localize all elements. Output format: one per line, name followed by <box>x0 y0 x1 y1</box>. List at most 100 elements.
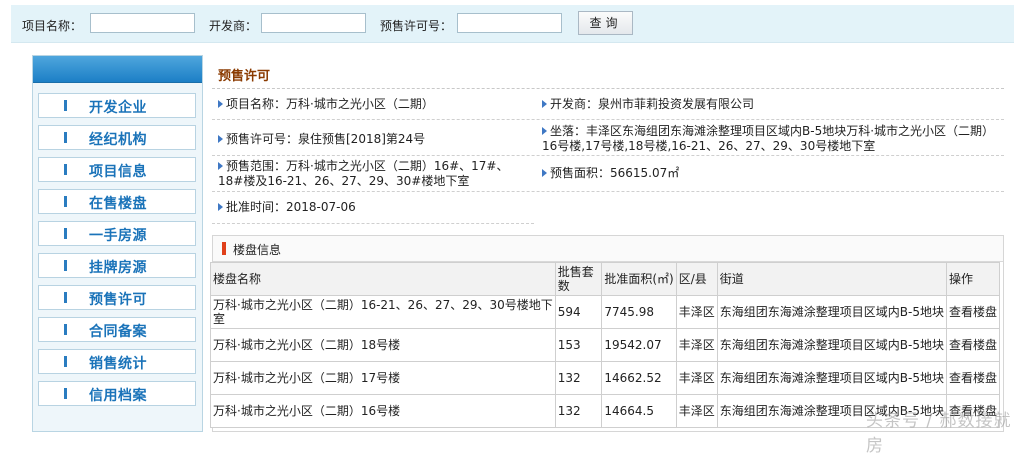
location-value-line2: 16号楼,17号楼,18号楼,16-21、26、27、29、30号楼地下室 <box>542 139 876 153</box>
project-name-label: 项目名称： <box>22 19 83 33</box>
sidebar-item-projects[interactable]: 项目信息 <box>38 157 196 182</box>
arrow-right-icon <box>542 127 547 135</box>
sidebar-item-on-sale[interactable]: 在售楼盘 <box>38 189 196 214</box>
area-cell: 19542.07 <box>601 328 677 362</box>
units-cell: 132 <box>554 394 603 428</box>
bullet-icon <box>64 292 67 303</box>
table-row: 万科·城市之光小区（二期）16-21、26、27、29、30号楼地下室 594 … <box>210 295 1001 329</box>
bullet-icon <box>64 196 67 207</box>
divider <box>212 155 1004 156</box>
sidebar-item-listed[interactable]: 挂牌房源 <box>38 253 196 278</box>
area-cell: 14662.52 <box>601 361 677 395</box>
sidebar-item-label: 开发企业 <box>89 100 147 116</box>
units-cell: 132 <box>554 361 603 395</box>
sidebar-header <box>33 56 202 83</box>
sidebar-item-label: 销售统计 <box>89 356 147 372</box>
sidebar-item-new-listings[interactable]: 一手房源 <box>38 221 196 246</box>
sidebar-item-presale-permit[interactable]: 预售许可 <box>38 285 196 310</box>
arrow-right-icon <box>218 135 223 143</box>
sidebar-item-contract-filing[interactable]: 合同备案 <box>38 317 196 342</box>
district-cell: 丰泽区 <box>675 394 718 428</box>
column-header-area: 批准面积(㎡) <box>601 262 677 296</box>
approval-date-value: 批准时间：2018-07-06 <box>226 200 356 214</box>
sidebar-item-label: 在售楼盘 <box>89 196 147 212</box>
bullet-icon <box>64 356 67 367</box>
sidebar-item-label: 信用档案 <box>89 388 147 404</box>
developer-field: 开发商：泉州市菲莉投资发展有限公司 <box>542 97 754 112</box>
permit-number-field: 预售许可号：泉住预售[2018]第24号 <box>218 132 425 147</box>
presale-scope-line2: 18#楼及16-21、26、27、29、30#楼地下室 <box>218 174 470 188</box>
divider <box>212 223 534 224</box>
units-cell: 153 <box>554 328 603 362</box>
presale-scope-line1: 预售范围：万科·城市之光小区（二期）16#、17#、 <box>226 159 509 173</box>
location-value-line1: 坐落：丰泽区东海组团东海滩涂整理项目区域内B-5地块万科·城市之光小区（二期） <box>550 124 995 138</box>
divider <box>212 119 1004 120</box>
street-cell: 东海组团东海滩涂整理项目区域内B-5地块 <box>716 295 947 329</box>
permit-number-value: 预售许可号：泉住预售[2018]第24号 <box>226 132 426 146</box>
table-row: 万科·城市之光小区（二期）18号楼 153 19542.07 丰泽区 东海组团东… <box>210 328 1001 362</box>
building-info-title: 楼盘信息 <box>233 243 282 257</box>
district-cell: 丰泽区 <box>675 361 718 395</box>
column-header-units: 批售套数 <box>554 262 603 296</box>
view-building-link[interactable]: 查看楼盘 <box>945 328 1001 362</box>
permit-number-input[interactable] <box>457 13 562 33</box>
presale-scope-field: 预售范围：万科·城市之光小区（二期）16#、17#、 18#楼及16-21、26、… <box>218 159 508 189</box>
developer-label: 开发商： <box>209 19 258 33</box>
bullet-icon <box>64 132 67 143</box>
sidebar-item-agencies[interactable]: 经纪机构 <box>38 125 196 150</box>
sidebar-item-label: 预售许可 <box>89 292 147 308</box>
view-building-link[interactable]: 查看楼盘 <box>945 361 1001 395</box>
column-header-action: 操作 <box>945 262 1001 296</box>
view-building-link[interactable]: 查看楼盘 <box>945 295 1001 329</box>
approval-date-field: 批准时间：2018-07-06 <box>218 200 356 215</box>
developer-value: 开发商：泉州市菲莉投资发展有限公司 <box>550 97 755 111</box>
sidebar-item-label: 一手房源 <box>89 228 147 244</box>
bullet-icon <box>64 164 67 175</box>
page-title: 预售许可 <box>218 69 271 84</box>
watermark: 头条号 / 郝数接就房 <box>866 411 1012 456</box>
sidebar-item-label: 项目信息 <box>89 164 147 180</box>
permit-number-label: 预售许可号： <box>380 19 453 33</box>
project-name-input[interactable] <box>90 13 195 33</box>
column-header-district: 区/县 <box>675 262 718 296</box>
street-cell: 东海组团东海滩涂整理项目区域内B-5地块 <box>716 328 947 362</box>
units-cell: 594 <box>554 295 603 329</box>
section-marker-icon <box>222 242 226 255</box>
table-header-row: 楼盘名称 批售套数 批准面积(㎡) 区/县 街道 操作 <box>210 262 1001 296</box>
project-name-value: 项目名称：万科·城市之光小区（二期） <box>226 97 434 111</box>
presale-area-field: 预售面积：56615.07㎡ <box>542 166 679 181</box>
arrow-right-icon <box>218 100 223 108</box>
building-name-cell: 万科·城市之光小区（二期）16号楼 <box>210 394 556 428</box>
column-header-street: 街道 <box>716 262 947 296</box>
location-field: 坐落：丰泽区东海组团东海滩涂整理项目区域内B-5地块万科·城市之光小区（二期） 1… <box>542 124 994 154</box>
main-content: 预售许可 项目名称：万科·城市之光小区（二期） 开发商：泉州市菲莉投资发展有限公… <box>210 55 1004 432</box>
bullet-icon <box>64 100 67 111</box>
sidebar-item-label: 挂牌房源 <box>89 260 147 276</box>
bullet-icon <box>64 388 67 399</box>
sidebar-item-label: 经纪机构 <box>89 132 147 148</box>
sidebar-item-developers[interactable]: 开发企业 <box>38 93 196 118</box>
building-info-panel: 楼盘信息 楼盘名称 批售套数 批准面积(㎡) 区/县 街道 操作 万科·城市之光… <box>210 235 1004 432</box>
table-row: 万科·城市之光小区（二期）17号楼 132 14662.52 丰泽区 东海组团东… <box>210 361 1001 395</box>
column-header-name: 楼盘名称 <box>210 262 556 296</box>
street-cell: 东海组团东海滩涂整理项目区域内B-5地块 <box>716 361 947 395</box>
district-cell: 丰泽区 <box>675 328 718 362</box>
building-name-cell: 万科·城市之光小区（二期）16-21、26、27、29、30号楼地下室 <box>210 295 556 329</box>
project-name-field: 项目名称：万科·城市之光小区（二期） <box>218 97 434 112</box>
building-name-cell: 万科·城市之光小区（二期）17号楼 <box>210 361 556 395</box>
bullet-icon <box>64 324 67 335</box>
developer-input[interactable] <box>261 13 366 33</box>
divider <box>212 88 1004 89</box>
divider <box>212 191 1004 192</box>
sidebar-item-sales-stats[interactable]: 销售统计 <box>38 349 196 374</box>
arrow-right-icon <box>218 162 223 170</box>
sidebar-nav: 开发企业 经纪机构 项目信息 在售楼盘 一手房源 挂牌房源 预售许可 合同备案 … <box>32 55 203 432</box>
bullet-icon <box>64 228 67 239</box>
sidebar-item-label: 合同备案 <box>89 324 147 340</box>
search-button[interactable]: 查询 <box>578 11 633 35</box>
building-info-header: 楼盘信息 <box>213 236 1003 262</box>
district-cell: 丰泽区 <box>675 295 718 329</box>
sidebar-item-credit-records[interactable]: 信用档案 <box>38 381 196 406</box>
bullet-icon <box>64 260 67 271</box>
presale-area-value: 预售面积：56615.07㎡ <box>550 166 680 180</box>
